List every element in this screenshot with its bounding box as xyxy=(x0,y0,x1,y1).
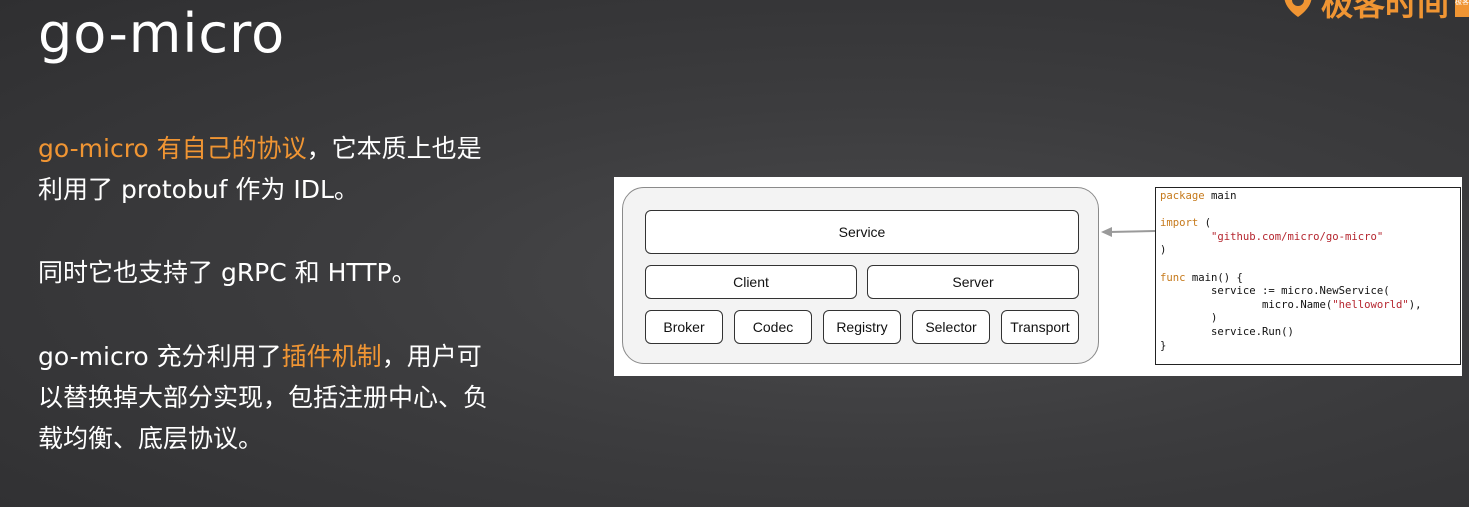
arrow-icon xyxy=(1101,227,1156,237)
paragraph-text: ，用户可 xyxy=(381,342,482,371)
service-box: Service xyxy=(645,210,1079,254)
code-keyword: func xyxy=(1160,271,1186,284)
highlight-plugins: 插件机制 xyxy=(281,342,382,371)
client-box: Client xyxy=(645,265,857,299)
logo: 极客时间 极客 xyxy=(1281,0,1469,23)
paragraph-plugins: go-micro 充分利用了插件机制，用户可 以替换掉大部分实现，包括注册中心、… xyxy=(38,336,578,459)
paragraph-text: 以替换掉大部分实现，包括注册中心、负 xyxy=(38,383,489,412)
paragraph-text: 利用了 protobuf 作为 IDL。 xyxy=(38,175,359,204)
code-text: micro.Name( xyxy=(1160,298,1333,311)
slide-title: go-micro xyxy=(38,2,286,65)
code-text: ), xyxy=(1408,298,1422,311)
paragraph-text: 载均衡、底层协议。 xyxy=(38,424,264,453)
paragraph-grpc: 同时它也支持了 gRPC 和 HTTP。 xyxy=(38,258,417,287)
paragraph-text: ，它本质上也是 xyxy=(306,134,482,163)
paragraph-text: go-micro 充分利用了 xyxy=(38,342,282,371)
geektime-logo-icon xyxy=(1284,0,1312,17)
code-string: "helloworld" xyxy=(1332,298,1409,311)
registry-box: Registry xyxy=(823,310,901,344)
code-text: ( xyxy=(1198,217,1212,230)
codec-box: Codec xyxy=(734,310,812,344)
highlight-protocol: go-micro 有自己的协议 xyxy=(38,134,307,163)
code-text: service.Run() xyxy=(1160,325,1294,338)
code-text: ) xyxy=(1160,244,1167,257)
code-keyword: package xyxy=(1160,190,1205,202)
logo-text: 极客时间 xyxy=(1320,0,1449,23)
code-snippet: package main import ( "github.com/micro/… xyxy=(1155,187,1461,365)
code-text: main xyxy=(1204,190,1237,202)
code-text: } xyxy=(1160,339,1167,352)
architecture-diagram: Service Client Server Broker Codec Regis… xyxy=(614,177,1462,376)
server-box: Server xyxy=(867,265,1079,299)
code-text: ) xyxy=(1160,312,1218,325)
code-string: "github.com/micro/go-micro" xyxy=(1160,230,1384,243)
transport-box: Transport xyxy=(1001,310,1079,344)
broker-box: Broker xyxy=(645,310,723,344)
code-keyword: import xyxy=(1160,217,1199,230)
code-text: service := micro.NewService( xyxy=(1160,285,1390,298)
paragraph-protocol: go-micro 有自己的协议，它本质上也是 利用了 protobuf 作为 I… xyxy=(38,128,578,210)
logo-tag: 极客 xyxy=(1455,0,1469,17)
selector-box: Selector xyxy=(912,310,990,344)
code-text: main() { xyxy=(1185,271,1243,284)
